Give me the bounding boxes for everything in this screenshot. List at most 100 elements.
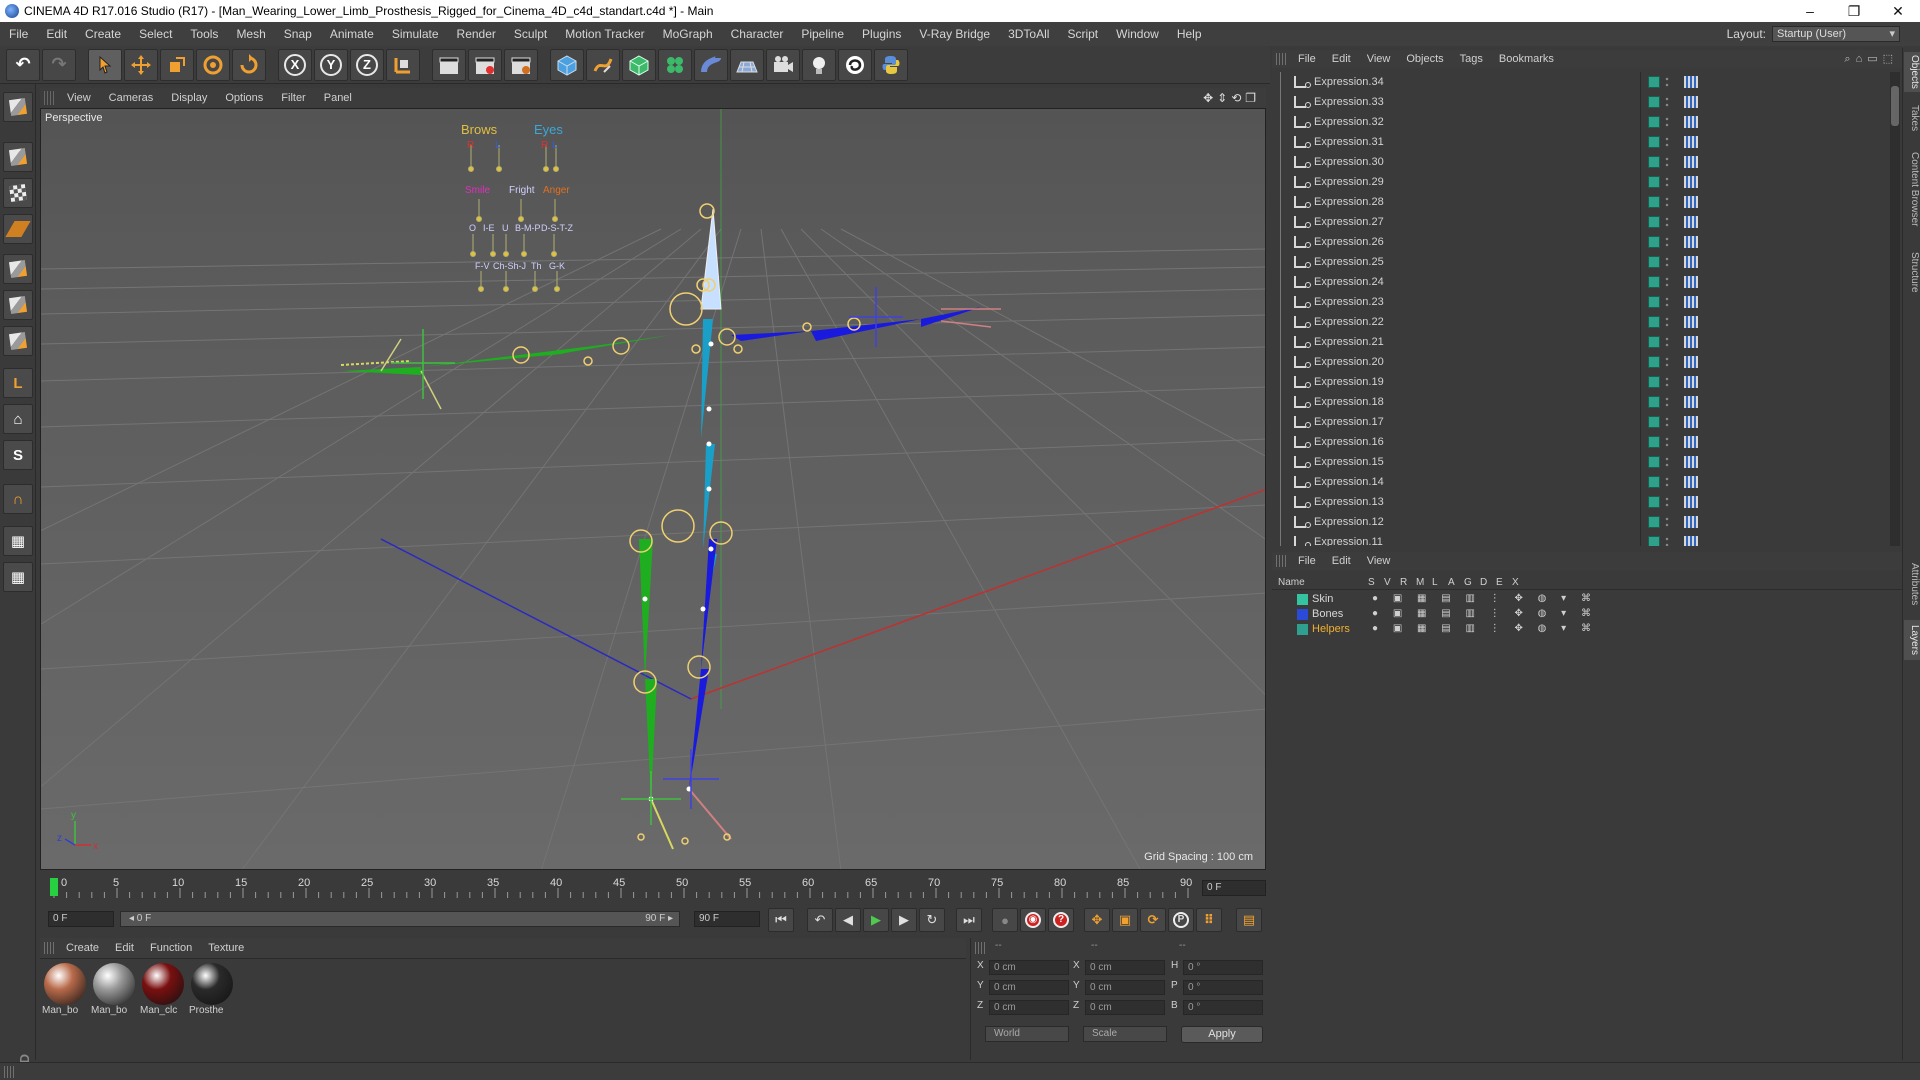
layer-toggle-icons[interactable]: ● ▣ ▦ ▤ ▥ ⋮ ✥ ◍ ▾ ⌘	[1372, 608, 1597, 619]
object-name[interactable]: Expression.27	[1314, 216, 1654, 228]
object-row[interactable]: Expression.14	[1272, 472, 1890, 492]
material-slot[interactable]: Man_bo	[42, 963, 88, 1016]
xpresso-tag-icon[interactable]	[1684, 196, 1698, 208]
object-name[interactable]: Expression.17	[1314, 416, 1654, 428]
menu-character[interactable]: Character	[722, 27, 793, 41]
menu-render[interactable]: Render	[448, 27, 505, 41]
material-menu-edit[interactable]: Edit	[107, 942, 142, 954]
object-name[interactable]: Expression.13	[1314, 496, 1654, 508]
visibility-dots-icon[interactable]	[1665, 376, 1669, 388]
xpresso-tag-icon[interactable]	[1684, 356, 1698, 368]
menu-edit[interactable]: Edit	[37, 27, 76, 41]
xpresso-tag-icon[interactable]	[1684, 116, 1698, 128]
xpresso-tag-icon[interactable]	[1684, 536, 1698, 546]
visibility-dots-icon[interactable]	[1665, 196, 1669, 208]
loop-button[interactable]: ↻	[919, 908, 945, 932]
object-name[interactable]: Expression.30	[1314, 156, 1654, 168]
lm-menu-view[interactable]: View	[1359, 555, 1399, 567]
col-animation[interactable]: A	[1448, 577, 1455, 588]
tab-structure[interactable]: Structure	[1904, 244, 1920, 300]
xpresso-tag-icon[interactable]	[1684, 76, 1698, 88]
object-row[interactable]: Expression.26	[1272, 232, 1890, 252]
menu-tools[interactable]: Tools	[181, 27, 227, 41]
col-generators[interactable]: G	[1464, 577, 1472, 588]
col-solo[interactable]: S	[1368, 577, 1375, 588]
menu-snap[interactable]: Snap	[275, 27, 321, 41]
viewport-menu-view[interactable]: View	[58, 92, 100, 104]
play-button[interactable]: ▶	[863, 908, 889, 932]
layer-color-icon[interactable]	[1648, 236, 1660, 248]
texture-mode-button[interactable]	[3, 178, 33, 208]
object-row[interactable]: Expression.18	[1272, 392, 1890, 412]
menu-mograph[interactable]: MoGraph	[654, 27, 722, 41]
light-button[interactable]	[802, 48, 836, 81]
redo-button[interactable]: ↷	[42, 48, 76, 81]
tab-objects[interactable]: Objects	[1904, 52, 1920, 92]
tweak-mode-button[interactable]: ⌂	[3, 404, 33, 434]
points-mode-button[interactable]	[3, 254, 33, 284]
make-editable-button[interactable]	[3, 92, 33, 122]
minimize-button[interactable]: –	[1788, 3, 1832, 19]
preview-range-slider[interactable]: ◂ 0 F 90 F ▸	[120, 911, 680, 927]
menu-help[interactable]: Help	[1168, 27, 1211, 41]
material-slot[interactable]: Man_bo	[91, 963, 137, 1016]
object-row[interactable]: Expression.12	[1272, 512, 1890, 532]
panel-grip[interactable]	[44, 942, 54, 954]
size-mode-dropdown[interactable]: Scale	[1083, 1026, 1167, 1042]
visibility-dots-icon[interactable]	[1665, 136, 1669, 148]
visibility-dots-icon[interactable]	[1665, 476, 1669, 488]
visibility-dots-icon[interactable]	[1665, 356, 1669, 368]
object-name[interactable]: Expression.20	[1314, 356, 1654, 368]
viewport-menu-display[interactable]: Display	[162, 92, 216, 104]
material-slot[interactable]: Prosthe	[189, 963, 235, 1016]
col-manager[interactable]: M	[1416, 577, 1424, 588]
col-locked[interactable]: L	[1432, 577, 1438, 588]
layer-color-swatch[interactable]	[1297, 594, 1308, 605]
move-button[interactable]	[124, 48, 158, 81]
rotation-b-field[interactable]: 0 °	[1183, 1000, 1263, 1015]
viewport-navigation-icons[interactable]: ✥⇕⟲❐	[1203, 91, 1266, 105]
spline-pen-button[interactable]	[586, 48, 620, 81]
object-name[interactable]: Expression.33	[1314, 96, 1654, 108]
layer-color-icon[interactable]	[1648, 376, 1660, 388]
object-row[interactable]: Expression.33	[1272, 92, 1890, 112]
viewport-menu-options[interactable]: Options	[216, 92, 272, 104]
visibility-dots-icon[interactable]	[1665, 436, 1669, 448]
menu-plugins[interactable]: Plugins	[853, 27, 910, 41]
col-expressions[interactable]: E	[1496, 577, 1503, 588]
col-deformers[interactable]: D	[1480, 577, 1487, 588]
xpresso-tag-icon[interactable]	[1684, 316, 1698, 328]
object-name[interactable]: Expression.28	[1314, 196, 1654, 208]
layer-color-icon[interactable]	[1648, 516, 1660, 528]
size-y-field[interactable]: 0 cm	[1085, 980, 1165, 995]
snap-button[interactable]: S	[3, 440, 33, 470]
layer-color-icon[interactable]	[1648, 196, 1660, 208]
layer-color-icon[interactable]	[1648, 536, 1660, 546]
object-row[interactable]: Expression.32	[1272, 112, 1890, 132]
timeline-window-button[interactable]: ▤	[1236, 908, 1262, 932]
col-render[interactable]: R	[1400, 577, 1407, 588]
layer-row-helpers[interactable]: Helpers ● ▣ ▦ ▤ ▥ ⋮ ✥ ◍ ▾ ⌘	[1272, 622, 1902, 637]
visibility-dots-icon[interactable]	[1665, 156, 1669, 168]
object-row[interactable]: Expression.11	[1272, 532, 1890, 546]
object-name[interactable]: Expression.16	[1314, 436, 1654, 448]
next-frame-button[interactable]: ▶	[891, 908, 917, 932]
visibility-dots-icon[interactable]	[1665, 316, 1669, 328]
layer-color-icon[interactable]	[1648, 136, 1660, 148]
object-name[interactable]: Expression.32	[1314, 116, 1654, 128]
panel-grip[interactable]	[44, 91, 54, 105]
deformer-button[interactable]	[694, 48, 728, 81]
tab-takes[interactable]: Takes	[1904, 100, 1920, 136]
xpresso-tag-icon[interactable]	[1684, 136, 1698, 148]
om-menu-tags[interactable]: Tags	[1452, 53, 1491, 65]
polygons-mode-button[interactable]	[3, 326, 33, 356]
menu-sculpt[interactable]: Sculpt	[505, 27, 556, 41]
visibility-dots-icon[interactable]	[1665, 256, 1669, 268]
object-row[interactable]: Expression.28	[1272, 192, 1890, 212]
menu-motion-tracker[interactable]: Motion Tracker	[556, 27, 653, 41]
recent-tool-button[interactable]	[232, 48, 266, 81]
layer-color-icon[interactable]	[1648, 156, 1660, 168]
layer-toggle-icons[interactable]: ● ▣ ▦ ▤ ▥ ⋮ ✥ ◍ ▾ ⌘	[1372, 593, 1597, 604]
object-row[interactable]: Expression.23	[1272, 292, 1890, 312]
panel-grip[interactable]	[4, 1066, 14, 1078]
